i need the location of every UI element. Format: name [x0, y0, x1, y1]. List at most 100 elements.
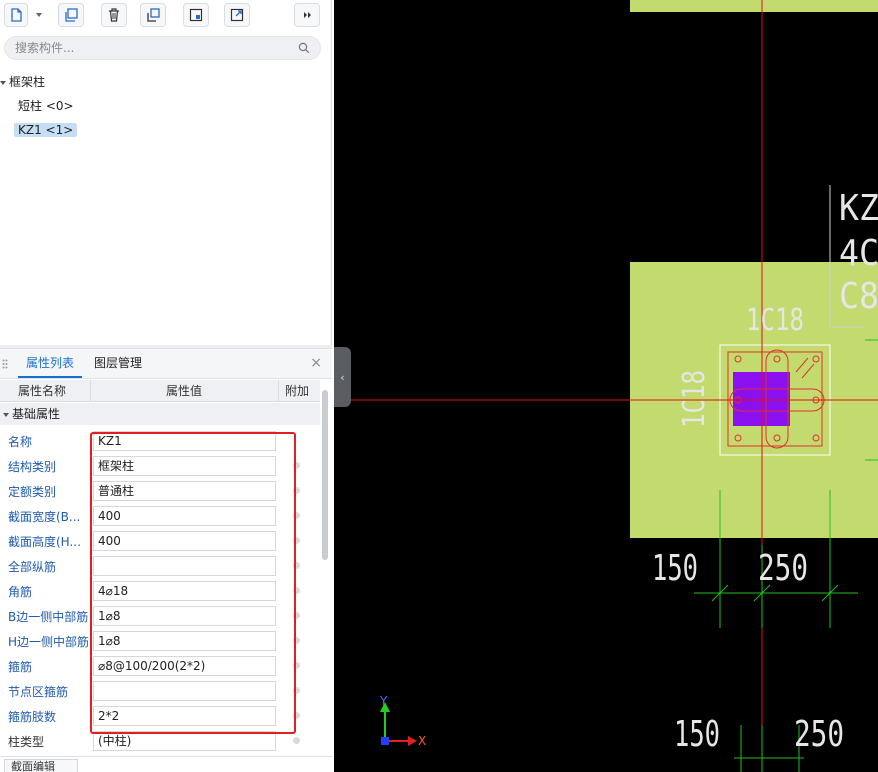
properties-panel: 属性列表 图层管理 × 属性名称 属性值 附加 基础属性 名称 KZ1 结构类别 框架…	[0, 348, 332, 772]
caret-down-icon[interactable]	[0, 80, 6, 85]
export-icon	[230, 8, 244, 22]
property-value-field[interactable]	[93, 681, 276, 701]
property-value-field[interactable]: 400	[93, 506, 276, 526]
column-label-text: KZ	[839, 188, 878, 229]
tree-item-kz1[interactable]: KZ1 <1>	[14, 120, 78, 140]
drawing-canvas[interactable]: KZ 4C C8 1C18 1C18 150 250 150 250 Y X	[334, 0, 878, 772]
tree-item-label: 短柱 <0>	[18, 99, 74, 113]
save-button[interactable]	[183, 3, 209, 27]
property-name: H边一侧中部筋	[8, 635, 90, 649]
extra-checkbox[interactable]	[293, 662, 300, 669]
extra-checkbox[interactable]	[293, 537, 300, 544]
property-name: 名称	[8, 435, 33, 449]
property-value-field[interactable]: (中柱)	[93, 731, 276, 751]
property-name: 截面高度(H...	[8, 535, 81, 549]
dimension-text: 250	[794, 714, 844, 755]
property-value-field[interactable]: 1⌀8	[93, 606, 276, 626]
divider	[331, 0, 332, 345]
extra-checkbox[interactable]	[293, 512, 300, 519]
property-row: 截面高度(H... 400	[0, 528, 320, 553]
tree-item-label: KZ1 <1>	[14, 123, 78, 137]
tree-item-short-column[interactable]: 短柱 <0>	[18, 96, 74, 116]
new-dropdown-button[interactable]	[32, 3, 46, 27]
export-button[interactable]	[224, 3, 250, 27]
extra-checkbox[interactable]	[293, 687, 300, 694]
delete-button[interactable]	[101, 3, 127, 27]
ucs-axis-indicator: Y X	[379, 694, 426, 748]
layer-copy-button[interactable]	[140, 3, 166, 27]
property-row: 结构类别 框架柱	[0, 453, 320, 478]
table-header: 属性名称 属性值 附加	[0, 380, 320, 402]
chevron-left-icon: ‹	[340, 370, 345, 384]
cad-drawing: KZ 4C C8 1C18 1C18 150 250 150 250 Y X	[351, 0, 878, 772]
dropdown-icon	[36, 13, 42, 17]
new-button[interactable]	[4, 3, 28, 27]
left-panel: 框架柱 短柱 <0> KZ1 <1> 属性列表 图层管理 × 属性名称 属性值 …	[0, 0, 332, 772]
tab-layer-management[interactable]: 图层管理	[94, 349, 142, 378]
extra-checkbox[interactable]	[293, 637, 300, 644]
tab-property-list[interactable]: 属性列表	[18, 349, 83, 378]
extra-checkbox[interactable]	[293, 712, 300, 719]
property-row: 定额类别 普通柱	[0, 478, 320, 503]
property-value-field[interactable]: ⌀8@100/200(2*2)	[93, 656, 276, 676]
extra-checkbox[interactable]	[293, 487, 300, 494]
caret-down-icon[interactable]	[3, 412, 9, 417]
drag-grip-icon[interactable]	[2, 359, 8, 369]
header-property-name: 属性名称	[18, 384, 67, 398]
property-value-field[interactable]: 1⌀8	[93, 631, 276, 651]
upper-column-shape	[630, 0, 878, 12]
property-value-field[interactable]: 2*2	[93, 706, 276, 726]
property-row: H边一侧中部筋 1⌀8	[0, 628, 320, 653]
property-value-field[interactable]: 400	[93, 531, 276, 551]
new-icon	[11, 8, 22, 22]
delete-icon	[109, 8, 119, 22]
property-value-field[interactable]: 4⌀18	[93, 581, 276, 601]
header-extra: 附加	[285, 384, 310, 398]
label-line-2: 4C	[839, 233, 878, 274]
column-separator[interactable]	[278, 380, 279, 402]
extra-checkbox[interactable]	[293, 737, 300, 744]
extra-checkbox[interactable]	[293, 587, 300, 594]
property-name: 节点区箍筋	[8, 685, 69, 699]
property-row: 名称 KZ1	[0, 428, 320, 453]
dimension-text: 150	[674, 714, 720, 755]
property-row: B边一侧中部筋 1⌀8	[0, 603, 320, 628]
property-value-field[interactable]: 普通柱	[93, 481, 276, 501]
layer-copy-icon	[147, 8, 160, 22]
extra-checkbox[interactable]	[293, 562, 300, 569]
expand-icon	[304, 12, 311, 18]
search-input[interactable]	[15, 40, 295, 56]
dimension-text: 150	[652, 548, 698, 589]
property-name: 结构类别	[8, 460, 57, 474]
top-rebar-text: 1C18	[746, 303, 804, 338]
property-row: 节点区箍筋	[0, 678, 320, 703]
collapse-panel-handle[interactable]: ‹	[334, 347, 351, 407]
property-value-field[interactable]: 框架柱	[93, 456, 276, 476]
property-value-field[interactable]	[93, 556, 276, 576]
header-property-value: 属性值	[166, 384, 203, 398]
extra-checkbox[interactable]	[293, 612, 300, 619]
property-row: 柱类型 (中柱)	[0, 728, 320, 753]
column-separator[interactable]	[90, 380, 91, 402]
property-name: 箍筋	[8, 660, 33, 674]
tree-root-frame-column[interactable]: 框架柱	[0, 72, 45, 92]
property-value-field[interactable]: KZ1	[93, 431, 276, 451]
property-name: 定额类别	[8, 485, 57, 499]
property-name: 柱类型	[8, 735, 45, 749]
tab-section-edit[interactable]: 截面编辑	[4, 759, 78, 772]
close-icon[interactable]: ×	[310, 356, 322, 370]
property-name: 全部纵筋	[8, 560, 57, 574]
properties-scrollbar[interactable]	[322, 390, 328, 560]
extra-checkbox[interactable]	[293, 462, 300, 469]
expand-toolbar-button[interactable]	[294, 3, 320, 27]
copy-button[interactable]	[58, 3, 84, 27]
property-row: 箍筋肢数 2*2	[0, 703, 320, 728]
property-name: 角筋	[8, 585, 33, 599]
group-basic-properties[interactable]: 基础属性	[0, 403, 320, 425]
axis-x-label: X	[418, 734, 426, 748]
properties-tabs: 属性列表 图层管理 ×	[0, 349, 332, 379]
property-name: B边一侧中部筋	[8, 610, 89, 624]
axis-y-label: Y	[379, 694, 388, 708]
copy-icon	[65, 8, 78, 22]
search-icon[interactable]	[298, 42, 310, 54]
